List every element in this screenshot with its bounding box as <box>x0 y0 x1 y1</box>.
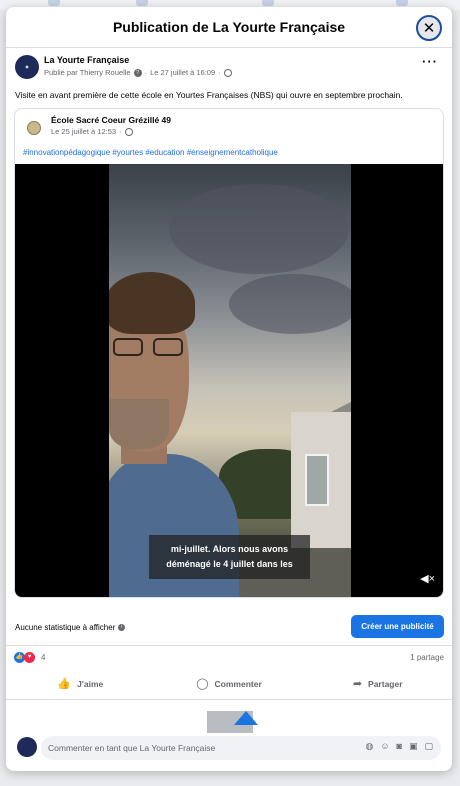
comment-composer: Commenter en tant que La Yourte Français… <box>6 733 452 771</box>
window <box>305 454 329 506</box>
separator: · <box>144 68 148 77</box>
comment-icon: ◯ <box>196 678 209 690</box>
commenter-avatar[interactable] <box>17 737 37 757</box>
close-icon: ✕ <box>422 20 436 37</box>
gif-icon[interactable]: ▣ <box>409 741 418 752</box>
page-name-link[interactable]: La Yourte Française <box>44 55 129 65</box>
create-ad-button[interactable]: Créer une publicité <box>351 615 444 638</box>
comment-input[interactable]: Commenter en tant que La Yourte Français… <box>41 736 441 760</box>
shared-post-header: École Sacré Coeur Grézillé 49 Le 25 juil… <box>15 109 443 145</box>
cloud <box>229 274 351 334</box>
share-icon: ➦ <box>352 678 363 690</box>
post-header: ◉ La Yourte Française Publié par Thierry… <box>6 54 452 90</box>
like-label: J'aime <box>77 678 104 689</box>
logo-icon: ◉ <box>25 64 29 69</box>
info-icon[interactable]: ? <box>133 68 142 77</box>
stats-row: Aucune statistique à afficher i Créer un… <box>6 615 452 646</box>
lens <box>153 338 183 356</box>
close-button[interactable]: ✕ <box>416 15 442 41</box>
share-label: Partager <box>368 678 403 689</box>
shared-page-avatar[interactable] <box>27 121 41 135</box>
comment-label: Commenter <box>214 678 262 689</box>
separator: · <box>218 68 221 77</box>
mute-icon[interactable]: ◀× <box>420 572 435 585</box>
comments-area <box>6 700 452 733</box>
comment-placeholder: Commenter en tant que La Yourte Français… <box>48 743 216 753</box>
globe-icon <box>124 127 133 136</box>
comment-button[interactable]: ◯ Commenter <box>155 668 304 699</box>
lens <box>113 338 143 356</box>
hashtags[interactable]: #innovationpédagogique #yourtes #educati… <box>23 148 278 157</box>
avatar-sticker-icon[interactable]: ◍ <box>365 741 373 752</box>
published-by: Publié par Thierry Rouelle <box>44 68 131 77</box>
shared-post: École Sacré Coeur Grézillé 49 Le 25 juil… <box>14 108 444 598</box>
action-bar: 👍 J'aime ◯ Commenter ➦ Partager <box>6 668 452 700</box>
modal-title: Publication de La Yourte Française <box>112 19 346 35</box>
post-text: Visite en avant première de cette école … <box>15 90 403 100</box>
shared-page-name[interactable]: École Sacré Coeur Grézillé 49 <box>51 115 171 125</box>
video-player[interactable]: mi-juillet. Alors nous avons déménagé le… <box>15 164 443 597</box>
info-icon[interactable]: i <box>118 624 126 631</box>
person-beard <box>109 399 169 449</box>
subtitle-line: mi-juillet. Alors nous avons <box>170 544 289 554</box>
thumbs-up-icon: 👍 <box>57 678 72 690</box>
subtitle-line: déménagé le 4 juillet dans les <box>166 559 293 569</box>
nav-icon <box>48 0 60 6</box>
post-meta: Publié par Thierry Rouelle ? · Le 27 jui… <box>44 68 232 77</box>
video-frame <box>109 164 351 597</box>
scroll-indicator <box>234 711 258 725</box>
emoji-icon[interactable]: ☺ <box>380 741 389 752</box>
modal-header: Publication de La Yourte Française ✕ <box>6 7 452 48</box>
no-stats: Aucune statistique à afficher i <box>15 623 126 632</box>
nav-icon <box>136 0 148 6</box>
comment-tools: ◍ ☺ ◙ ▣ ▢ <box>365 741 433 752</box>
post-date[interactable]: Le 27 juillet à 16:09 <box>150 68 215 77</box>
love-reaction-icon: ♥ <box>24 652 35 663</box>
person-hair <box>109 272 195 334</box>
shared-post-date[interactable]: Le 25 juillet à 12:53 <box>51 127 116 136</box>
nav-icon <box>396 0 408 6</box>
reaction-count: 4 <box>41 653 46 662</box>
camera-icon[interactable]: ◙ <box>397 741 402 752</box>
page-avatar[interactable]: ◉ <box>15 55 39 79</box>
like-button[interactable]: 👍 J'aime <box>6 668 155 699</box>
person-glasses <box>109 338 193 358</box>
cloud <box>169 184 349 274</box>
reactions-summary[interactable]: 👍 ♥ 4 <box>14 652 45 663</box>
shares-count[interactable]: 1 partage <box>410 653 444 662</box>
share-button[interactable]: ➦ Partager <box>303 668 452 699</box>
no-stats-label: Aucune statistique à afficher <box>15 623 116 632</box>
more-options-button[interactable]: ··· <box>422 54 438 69</box>
video-subtitle: mi-juillet. Alors nous avons déménagé le… <box>149 535 310 579</box>
separator: · <box>119 127 122 136</box>
shared-post-meta: Le 25 juillet à 12:53 · <box>51 127 133 136</box>
post-modal: Publication de La Yourte Française ✕ ◉ L… <box>6 7 452 771</box>
globe-icon <box>223 68 232 77</box>
nav-icon <box>262 0 274 6</box>
sticker-icon[interactable]: ▢ <box>424 741 433 752</box>
